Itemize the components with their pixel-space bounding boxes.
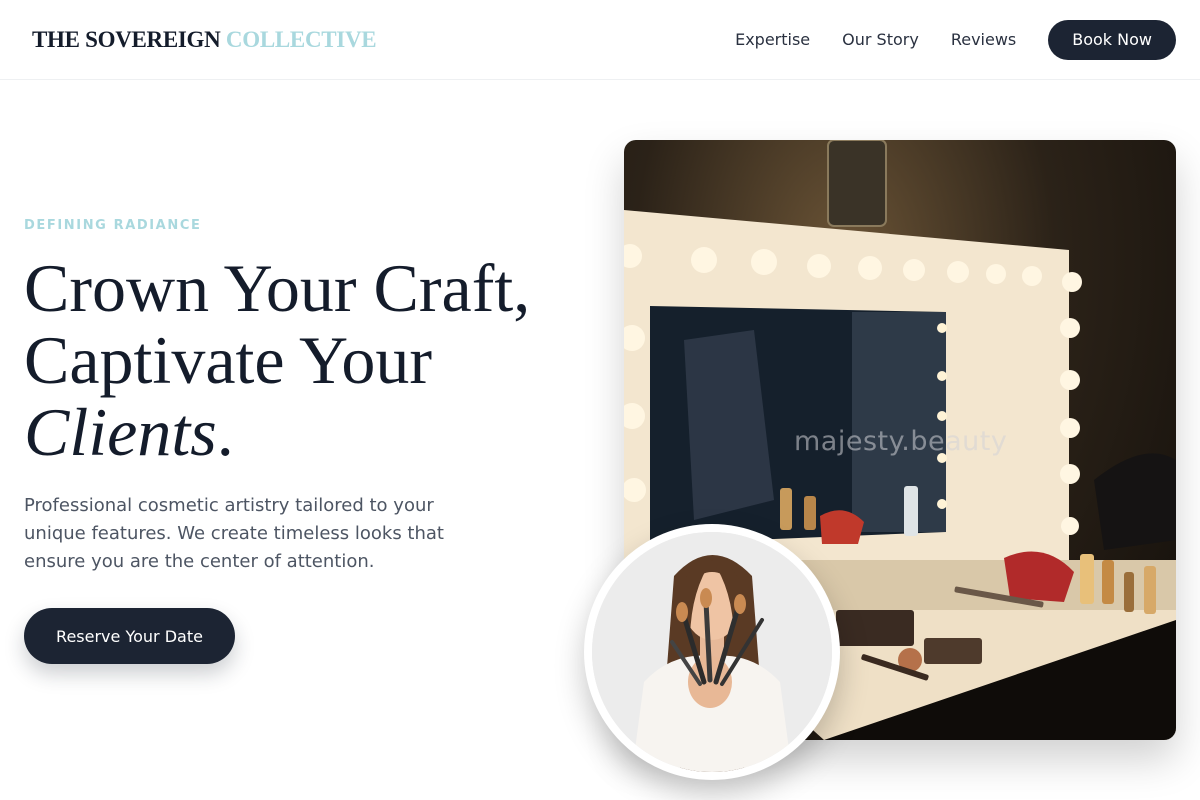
book-now-button[interactable]: Book Now <box>1048 20 1176 60</box>
headline-period: . <box>216 394 234 470</box>
artist-portrait-photo <box>592 532 832 772</box>
artist-portrait-illustration <box>592 532 832 772</box>
nav-link-expertise[interactable]: Expertise <box>735 20 810 60</box>
headline-line-1: Crown Your Craft, <box>24 250 531 326</box>
logo-main-text: THE SOVEREIGN <box>32 27 221 52</box>
nav-link-reviews[interactable]: Reviews <box>951 20 1016 60</box>
headline-line-2: Captivate Your <box>24 322 432 398</box>
reserve-date-button[interactable]: Reserve Your Date <box>24 608 235 664</box>
logo[interactable]: THE SOVEREIGN COLLECTIVE <box>32 27 377 53</box>
headline-italic-word: Clients <box>24 394 217 470</box>
hero-eyebrow: DEFINING RADIANCE <box>24 218 202 233</box>
photo-watermark: majesty.beauty <box>794 426 1008 457</box>
main-nav: Expertise Our Story Reviews Book Now <box>735 20 1176 60</box>
site-header: THE SOVEREIGN COLLECTIVE Expertise Our S… <box>0 0 1200 80</box>
hero-subtext: Professional cosmetic artistry tailored … <box>24 495 444 572</box>
logo-accent-text: COLLECTIVE <box>225 27 377 52</box>
hero-headline: Crown Your Craft, Captivate Your Clients… <box>24 252 530 468</box>
nav-link-our-story[interactable]: Our Story <box>842 20 919 60</box>
artist-portrait <box>584 524 840 780</box>
